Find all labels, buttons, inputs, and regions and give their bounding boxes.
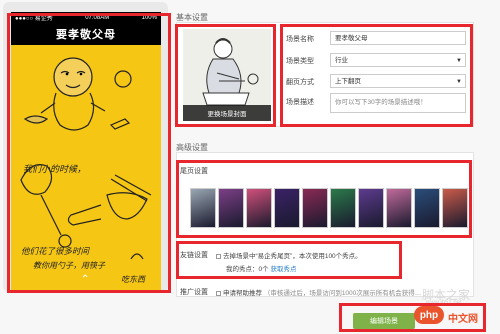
promo-option-text: 申请帮助推荐	[223, 290, 262, 297]
remove-tail-option[interactable]: 去掉场景中“易企秀尾页”，本次使用100个秀点。	[216, 250, 362, 260]
scene-name-label: 场景名称	[286, 36, 314, 43]
tail-page-thumbnail[interactable]	[274, 188, 300, 228]
php-logo-badge: php	[414, 306, 444, 324]
remove-tail-checkbox[interactable]	[216, 253, 221, 259]
flip-mode-select[interactable]: 上下翻页 ▼	[330, 74, 466, 88]
remove-tail-text: 去掉场景中“易企秀尾页”，本次使用100个秀点。	[223, 253, 362, 260]
promo-settings-label: 推广设置	[180, 289, 208, 296]
battery-text: 100%	[141, 14, 157, 21]
caption-line-3: 教你用勺子，用筷子	[33, 261, 105, 270]
change-cover-button[interactable]: 更换场景封面	[183, 105, 271, 121]
phone-page-title: 要孝敬父母	[11, 23, 161, 45]
phone-screen: ●●●○○ 易企秀 07:08AM 100% 要孝敬父母 我们小的时候， 他们花…	[11, 12, 161, 290]
status-bar: ●●●○○ 易企秀 07:08AM 100%	[11, 12, 161, 23]
tail-page-thumbnail[interactable]	[442, 188, 468, 228]
scene-desc-textarea[interactable]: 你可以写下30字的场景描述哦！	[330, 93, 466, 113]
watermark-site-text: 中文网	[448, 314, 478, 325]
dropdown-caret-icon: ▼	[456, 58, 462, 64]
scene-type-label: 场景类型	[286, 58, 314, 65]
tail-page-thumbnail[interactable]	[190, 188, 216, 228]
caption-line-4: 吃东西	[121, 275, 145, 284]
flip-mode-value: 上下翻页	[335, 78, 361, 85]
tail-page-thumbnail[interactable]	[414, 188, 440, 228]
promo-note: （审核通过后，场景访问到1000次展示所有机会获得…	[263, 290, 422, 297]
dropdown-caret-icon: ▼	[456, 79, 462, 85]
caption-line-2: 他们花了很多时间	[21, 247, 90, 257]
phone-preview-frame: ●●●○○ 易企秀 07:08AM 100% 要孝敬父母 我们小的时候， 他们花…	[3, 2, 168, 292]
my-points-row: 我的秀点：0个 获取秀点	[226, 263, 296, 273]
scene-type-select[interactable]: 行业 ▼	[330, 53, 466, 67]
tail-page-thumbnail[interactable]	[218, 188, 244, 228]
scene-desc-label: 场景描述	[286, 99, 314, 106]
status-time: 07:08AM	[85, 14, 110, 21]
tail-page-thumbnail[interactable]	[246, 188, 272, 228]
tail-page-thumbnail[interactable]	[302, 188, 328, 228]
caption-line-1: 我们小的时候，	[23, 165, 87, 175]
scene-cover: 更换场景封面	[183, 29, 271, 121]
scene-name-input[interactable]: 要孝敬父母	[330, 31, 466, 45]
friend-link-label: 友链设置	[180, 252, 208, 259]
watermark: php 中文网 脚本之家 www.jb51.net	[400, 288, 498, 328]
scene-editor: ●●●○○ 易企秀 07:08AM 100% 要孝敬父母 我们小的时候， 他们花…	[0, 0, 500, 334]
tail-page-label: 尾页设置	[180, 168, 208, 175]
tail-page-thumbnail[interactable]	[386, 188, 412, 228]
scene-type-value: 行业	[335, 57, 348, 64]
promo-option[interactable]: 申请帮助推荐 （审核通过后，场景访问到1000次展示所有机会获得…	[216, 287, 421, 297]
my-points-text: 我的秀点：0个	[226, 266, 269, 273]
promo-checkbox[interactable]	[216, 290, 221, 296]
tail-page-thumbnail[interactable]	[358, 188, 384, 228]
swipe-up-arrow-icon[interactable]: ⌃	[81, 274, 89, 285]
tail-page-thumbnail[interactable]	[330, 188, 356, 228]
flip-mode-label: 翻页方式	[286, 79, 314, 86]
get-points-link[interactable]: 获取秀点	[270, 266, 296, 273]
watermark-url-text: www.jb51.net	[426, 300, 462, 306]
carrier-text: ●●●○○ 易企秀	[15, 16, 53, 22]
